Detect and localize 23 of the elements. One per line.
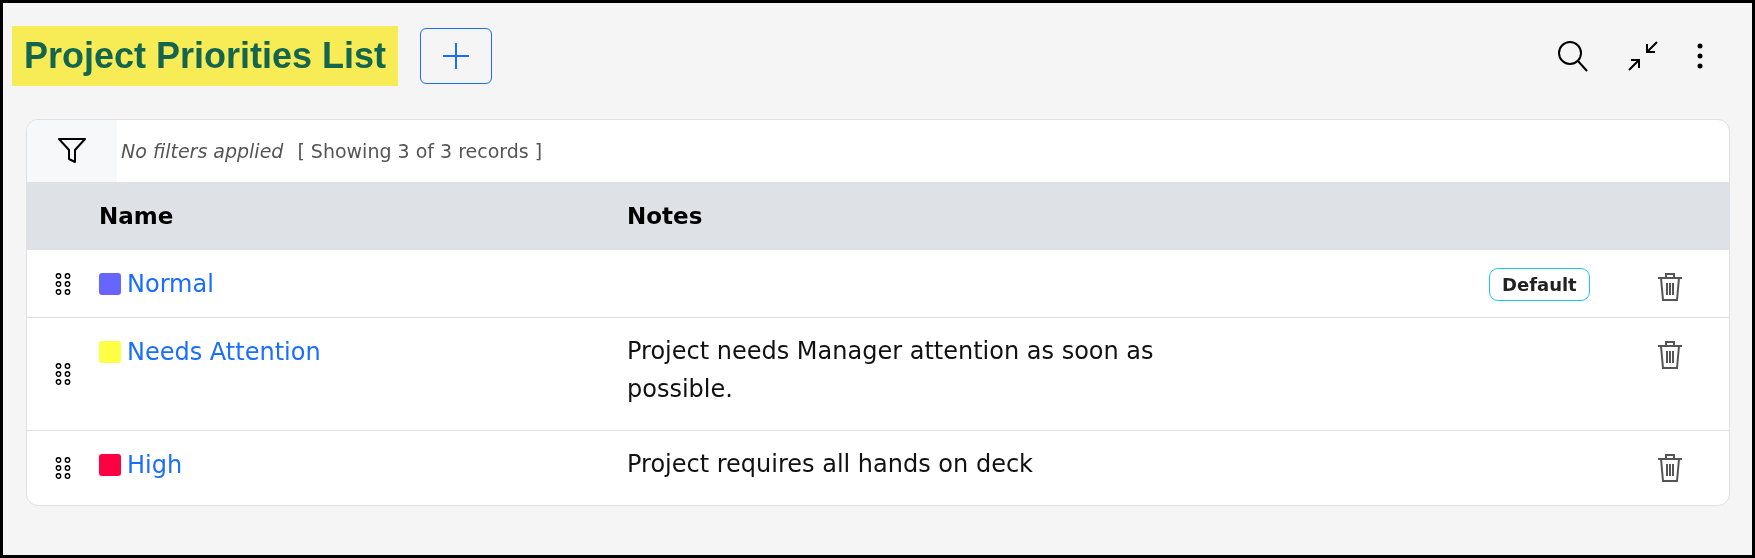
page-title: Project Priorities List [12, 26, 399, 86]
filter-icon[interactable] [58, 138, 86, 164]
collapse-icon[interactable] [1627, 40, 1659, 72]
search-icon[interactable] [1557, 40, 1589, 72]
trash-icon[interactable] [1657, 272, 1683, 302]
column-header: Name [99, 202, 175, 229]
trash-icon[interactable] [1657, 453, 1683, 483]
priority-link[interactable]: High [127, 451, 183, 479]
notes-text: Project needs Manager attention as soon as possible. [627, 336, 1155, 405]
priority-link[interactable]: Normal [127, 270, 214, 298]
drag-handle-icon[interactable] [55, 362, 71, 386]
add-button[interactable] [420, 28, 493, 84]
notes-text: Project requires all hands on deck [627, 449, 1034, 480]
priority-link[interactable]: Needs Attention [127, 338, 321, 366]
trash-icon[interactable] [1657, 340, 1683, 370]
record-count: [ Showing 3 of 3 records ] [297, 140, 543, 162]
default-badge: Default [1489, 268, 1590, 301]
drag-handle-icon[interactable] [55, 456, 71, 480]
more-icon[interactable] [1697, 43, 1703, 69]
column-header: Notes [627, 202, 704, 229]
drag-handle-icon[interactable] [55, 271, 71, 296]
filter-status: No filters applied [120, 140, 284, 162]
plus-icon [442, 42, 471, 70]
